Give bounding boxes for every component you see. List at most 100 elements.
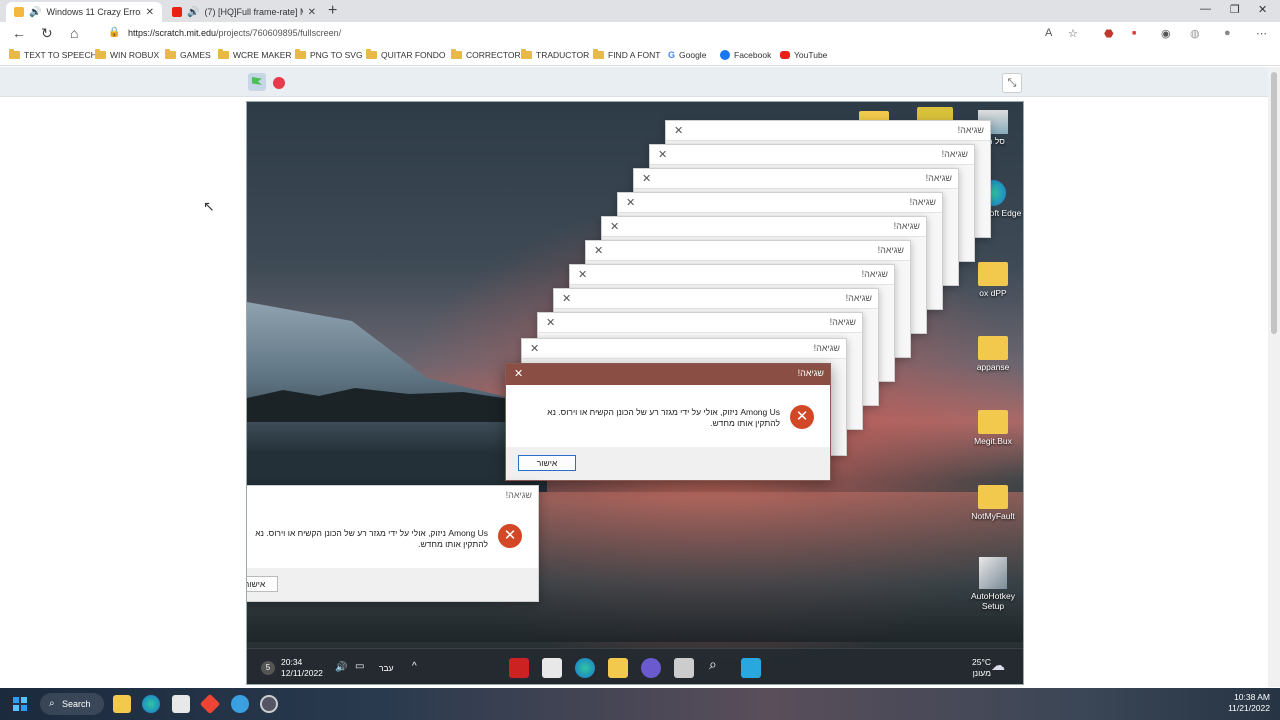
tab-windows-error[interactable]: 🔊 Windows 11 Crazy Error Ma ✕ (6, 2, 162, 22)
bookmark-traductor[interactable]: TRADUCTOR (521, 49, 589, 60)
bookmark-text-to-speech[interactable]: TEXT TO SPEECH (9, 49, 97, 60)
bookmark-png-to-svg[interactable]: PNG TO SVG (295, 49, 363, 60)
bookmark-facebook[interactable]: Facebook (720, 50, 771, 60)
scratch-controls-bar (0, 67, 1268, 97)
file-explorer-icon[interactable] (608, 658, 628, 678)
os-clock[interactable]: 10:38 AM 11/21/2022 (1222, 692, 1270, 714)
bookmark-label: Facebook (734, 50, 772, 60)
exit-fullscreen-icon[interactable]: ⤡ (1002, 73, 1022, 93)
close-tab-icon[interactable]: ✕ (146, 7, 154, 18)
bookmark-win-robux[interactable]: WIN ROBUX (95, 49, 159, 60)
autohotkey-installer-icon (979, 557, 1007, 589)
volume-icon[interactable]: 🔊 (335, 662, 347, 673)
app-icon-gray[interactable] (260, 695, 278, 713)
folder-icon (218, 49, 229, 59)
extension-globe-icon[interactable]: ◉ (1161, 27, 1171, 40)
extension-circle-icon[interactable]: ◍ (1190, 27, 1200, 40)
dialog-title: שגיאה! (829, 317, 856, 327)
extension-shield-icon[interactable]: ⬣ (1104, 27, 1114, 40)
reload-icon[interactable]: ↻ (41, 25, 53, 42)
close-icon[interactable]: ✕ (626, 196, 635, 209)
desktop-icon-label: ox dPP (979, 288, 1007, 298)
bookmark-youtube[interactable]: YouTube (780, 50, 827, 60)
profile-avatar-icon[interactable]: ● (1224, 27, 1231, 39)
desktop-icon-autohotkey[interactable]: AutoHotkey Setup (963, 557, 1023, 611)
desktop-icon-folder-oxdpp[interactable]: ox dPP (963, 262, 1023, 298)
widgets-icon[interactable] (741, 658, 761, 678)
close-icon[interactable]: ✕ (642, 172, 651, 185)
desktop-icon-folder-megitbux[interactable]: Megit.Bux (963, 410, 1023, 446)
page-scrollbar-thumb[interactable] (1271, 72, 1277, 334)
bookmark-find-a-font[interactable]: FIND A FONT (593, 49, 660, 60)
desktop-icon-label: AutoHotkey Setup (971, 591, 1015, 611)
store-icon[interactable] (172, 695, 190, 713)
folder-icon (9, 49, 20, 59)
more-menu-icon[interactable]: ⋯ (1256, 27, 1267, 40)
new-tab-icon[interactable]: + (328, 2, 337, 20)
url-field[interactable]: https://scratch.mit.edu/projects/7606098… (128, 28, 341, 38)
dialog-title: שגיאה! (877, 245, 904, 255)
weather-widget[interactable]: 25°C מעונן (951, 657, 991, 679)
desktop-icon-folder-appanse[interactable]: appanse (963, 336, 1023, 372)
inner-time: 20:34 (281, 657, 303, 667)
error-dialog-active[interactable]: ✕ שגיאה! ✕ Among Us ניזוק, אולי על ידי מ… (505, 363, 831, 481)
tab-youtube[interactable]: 🔊 (7) [HQ]Full frame-rate] Me ✕ (164, 2, 324, 22)
close-tab-icon[interactable]: ✕ (308, 7, 316, 18)
extension-bpm-icon[interactable]: ■ (1132, 30, 1136, 37)
error-dialog-partial[interactable]: שגיאה! ✕ Among Us ניזוק, אולי על ידי מגז… (247, 485, 539, 602)
among-us-taskbar-icon[interactable] (509, 658, 529, 678)
bookmark-wcre-maker[interactable]: WCRE MAKER (218, 49, 292, 60)
search-icon[interactable]: ⌕ (709, 657, 717, 671)
desktop-icon-label: NotMyFault (971, 511, 1015, 521)
red-app-icon[interactable] (199, 693, 221, 715)
chevron-up-icon[interactable]: ^ (412, 661, 417, 672)
edge-icon[interactable] (575, 658, 595, 678)
home-icon[interactable]: ⌂ (70, 25, 78, 41)
file-explorer-icon[interactable] (113, 695, 131, 713)
store-icon[interactable] (542, 658, 562, 678)
bookmark-games[interactable]: GAMES (165, 49, 211, 60)
display-icon[interactable]: ▭ (355, 661, 364, 672)
bookmark-corrector[interactable]: CORRECTOR (451, 49, 521, 60)
close-window-icon[interactable]: ✕ (1258, 3, 1267, 16)
edge-icon[interactable] (142, 695, 160, 713)
maximize-icon[interactable]: ❐ (1230, 3, 1240, 16)
close-icon[interactable]: ✕ (530, 342, 539, 355)
teams-chat-icon[interactable] (641, 658, 661, 678)
dialog-title: שגיאה! (925, 173, 952, 183)
ok-button[interactable]: אישור (247, 576, 278, 592)
stop-sign-icon[interactable] (273, 77, 285, 89)
close-icon[interactable]: ✕ (514, 367, 523, 380)
bookmark-quitar-fondo[interactable]: QUITAR FONDO (366, 49, 446, 60)
desktop-icon-label: Megit.Bux (974, 436, 1012, 446)
folder-icon (978, 262, 1008, 286)
folder-icon (978, 485, 1008, 509)
scratch-stage[interactable]: סל המ Microsoft Edge ox dPP appanse Megi… (246, 101, 1024, 685)
read-aloud-icon[interactable]: A (1045, 27, 1052, 39)
bookmark-google[interactable]: G Google (668, 50, 706, 60)
close-icon[interactable]: ✕ (674, 124, 683, 137)
search-label: Search (62, 699, 91, 709)
notification-badge[interactable]: 5 (261, 661, 275, 675)
dialog-title: שגיאה! (845, 293, 872, 303)
favorite-star-icon[interactable]: ☆ (1068, 27, 1078, 40)
close-icon[interactable]: ✕ (562, 292, 571, 305)
folder-icon (978, 336, 1008, 360)
windows-start-icon[interactable] (13, 697, 27, 711)
desktop-icon-folder-notmyfault[interactable]: NotMyFault (963, 485, 1023, 521)
language-indicator[interactable]: עבר (379, 663, 394, 674)
ok-button[interactable]: אישור (518, 455, 576, 471)
close-icon[interactable]: ✕ (578, 268, 587, 281)
close-icon[interactable]: ✕ (594, 244, 603, 257)
close-icon[interactable]: ✕ (546, 316, 555, 329)
task-view-icon[interactable] (674, 658, 694, 678)
back-icon[interactable]: ← (12, 25, 26, 41)
inner-clock[interactable]: 20:34 12/11/2022 (281, 657, 323, 679)
youtube-favicon-icon (172, 7, 182, 17)
green-flag-icon[interactable] (248, 73, 266, 91)
close-icon[interactable]: ✕ (610, 220, 619, 233)
taskbar-search-button[interactable]: ⌕ Search (40, 693, 104, 715)
minimize-icon[interactable]: — (1200, 3, 1211, 15)
app-icon-blue[interactable] (231, 695, 249, 713)
close-icon[interactable]: ✕ (658, 148, 667, 161)
